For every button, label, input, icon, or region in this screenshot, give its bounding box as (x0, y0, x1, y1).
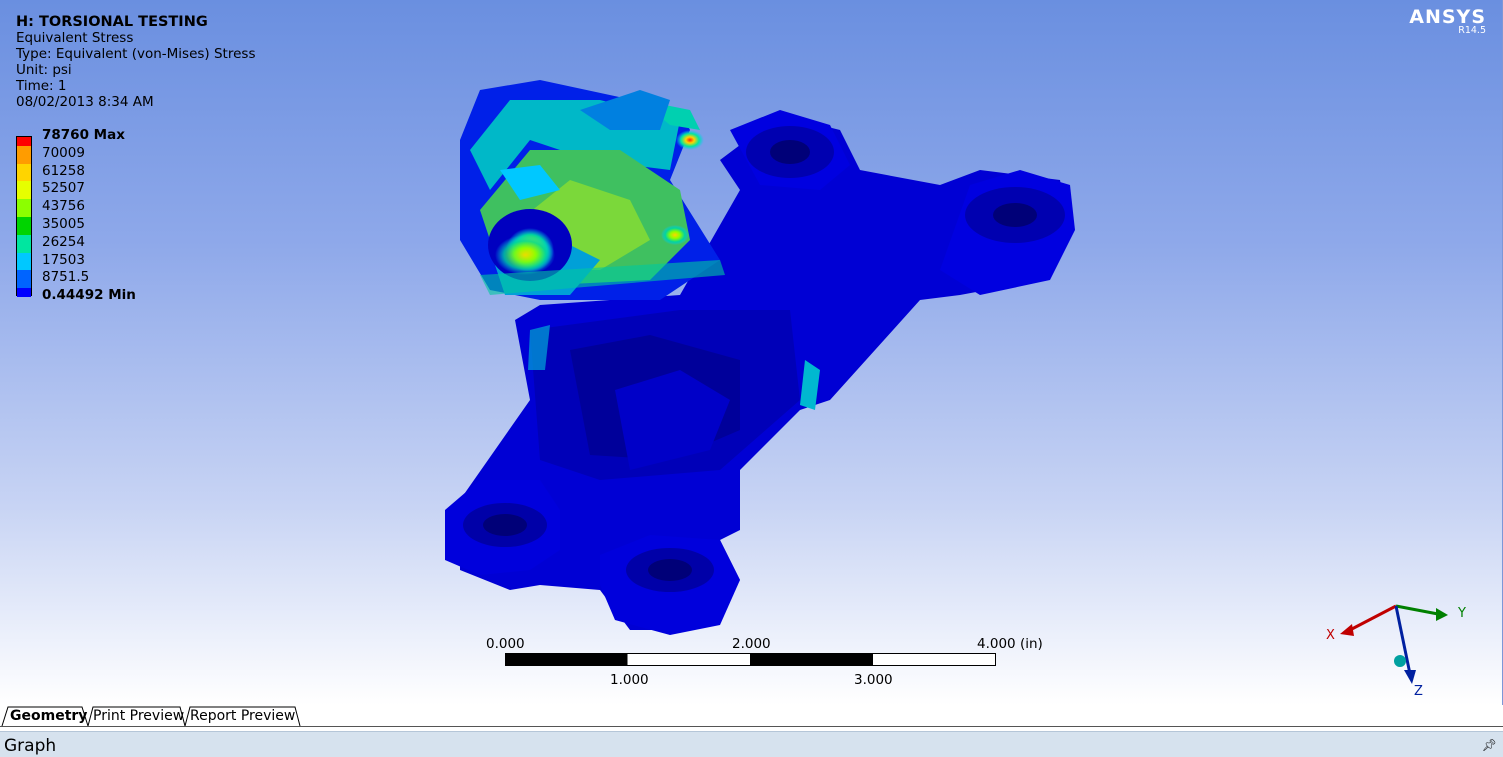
result-info: H: TORSIONAL TESTING Equivalent Stress T… (16, 14, 255, 110)
triad-y-label: Y (1458, 606, 1466, 621)
legend-swatch (17, 288, 31, 298)
scale-bar: 0.000 2.000 4.000 (in) 1.000 3.000 (480, 632, 1080, 692)
legend-swatch (17, 145, 31, 164)
legend-label: 43756 (42, 198, 85, 215)
scale-label-0: 0.000 (486, 636, 525, 652)
legend-label: 61258 (42, 162, 85, 179)
scale-label-2: 2.000 (732, 636, 771, 652)
legend-label: 35005 (42, 216, 85, 232)
legend-swatch (17, 234, 31, 253)
scale-label-3: 3.000 (854, 672, 893, 688)
pin-icon[interactable]: 📌︎ (1482, 738, 1497, 752)
result-date: 08/02/2013 8:34 AM (16, 94, 154, 110)
tab-print-preview[interactable]: Print Preview (89, 706, 188, 726)
view-tabs: Geometry Print Preview Report Preview (0, 705, 1503, 727)
tab-report-preview[interactable]: Report Preview (186, 706, 299, 726)
legend-swatch (17, 270, 31, 289)
ansys-logo: ANSYS R14.5 (1409, 6, 1486, 36)
legend-swatch (17, 217, 31, 235)
result-name: Equivalent Stress (16, 30, 134, 46)
graph-panel-header: Graph 📌︎ (0, 731, 1503, 757)
analysis-title: H: TORSIONAL TESTING (16, 14, 208, 30)
legend-swatch (17, 181, 31, 200)
triad-z-label: Z (1414, 684, 1423, 699)
legend-label: 52507 (42, 180, 85, 197)
legend-label: 26254 (42, 233, 85, 250)
legend-label: 70009 (42, 144, 85, 161)
legend-swatch (17, 137, 31, 146)
legend-swatch (17, 199, 31, 218)
graph-panel-title: Graph (4, 736, 57, 756)
result-type: Type: Equivalent (von-Mises) Stress (16, 46, 256, 62)
tab-geometry[interactable]: Geometry (6, 706, 91, 726)
result-unit: Unit: psi (16, 62, 72, 78)
triad-graphic (1340, 604, 1448, 684)
graphics-viewport[interactable]: H: TORSIONAL TESTING Equivalent Stress T… (0, 0, 1503, 705)
scale-label-1: 1.000 (610, 672, 649, 688)
legend-label: 8751.5 (42, 269, 90, 286)
legend-color-bar (16, 136, 32, 298)
triad-x-label: X (1326, 628, 1335, 643)
legend-swatch (17, 163, 31, 182)
legend-label: 78760 Max (42, 127, 125, 143)
result-time: Time: 1 (16, 78, 67, 94)
legend-swatch (17, 252, 31, 271)
axis-triad[interactable]: X Y Z (1318, 596, 1478, 705)
scale-bar-graphic (505, 653, 996, 666)
scale-label-4: 4.000 (in) (977, 636, 1043, 652)
legend-label: 17503 (42, 251, 85, 268)
legend-label: 0.44492 Min (42, 287, 136, 304)
stress-contour-model[interactable] (420, 70, 1100, 650)
